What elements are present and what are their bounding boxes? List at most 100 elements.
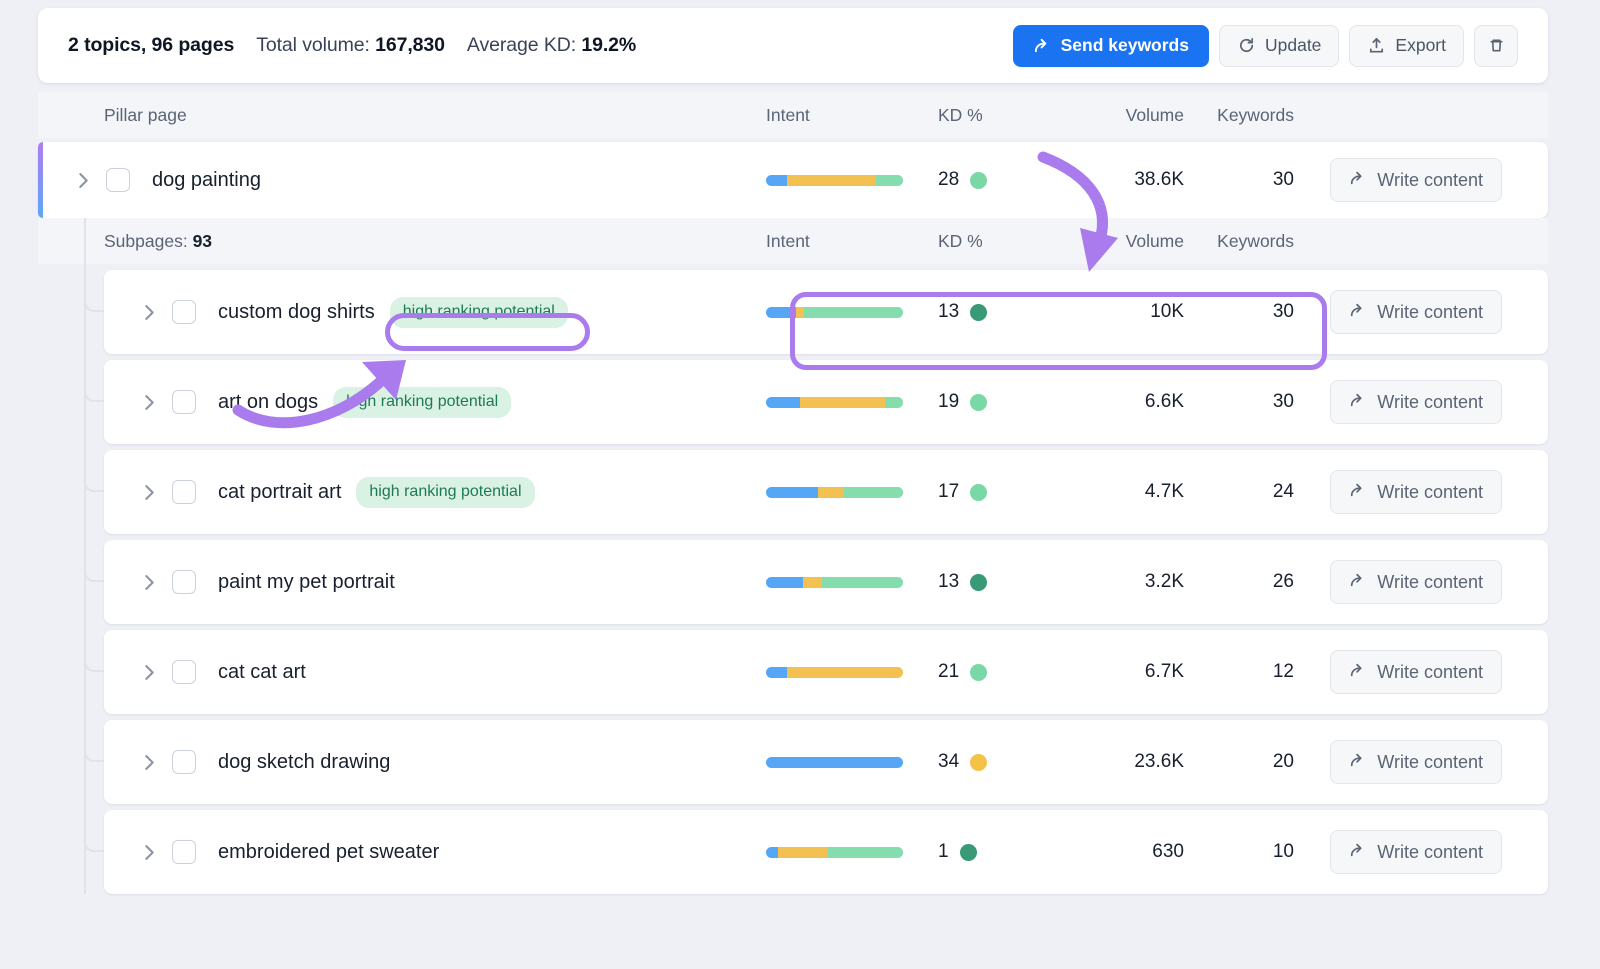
column-header-intent-sub: Intent <box>766 230 810 251</box>
volume-value: 4.7K <box>1144 481 1184 502</box>
intent-bar <box>766 486 903 498</box>
table-row[interactable]: paint my pet portrait 13 3.2K 26 Write conte… <box>104 540 1548 624</box>
table-row[interactable]: embroidered pet sweater 1 630 10 Write conte… <box>104 810 1548 894</box>
subpage-title: embroidered pet sweater <box>218 840 440 863</box>
row-checkbox[interactable] <box>172 660 196 684</box>
send-keywords-label: Send keywords <box>1060 35 1189 55</box>
table-row[interactable]: cat cat art 21 6.7K 12 Write content <box>104 630 1548 714</box>
row-checkbox[interactable] <box>172 750 196 774</box>
expand-chevron-icon[interactable] <box>132 483 166 502</box>
keyword-topic-table-page: 2 topics, 96 pages Total volume: 167,830… <box>0 0 1600 969</box>
row-checkbox[interactable] <box>172 390 196 414</box>
total-volume-label: Total volume: <box>256 34 370 56</box>
update-button[interactable]: Update <box>1218 24 1340 67</box>
write-content-button[interactable]: Write content <box>1330 560 1502 604</box>
kd-value: 34 <box>938 751 960 772</box>
intent-segment <box>796 306 805 318</box>
write-content-label: Write content <box>1377 751 1483 772</box>
trash-icon <box>1487 36 1506 55</box>
update-label: Update <box>1264 35 1322 55</box>
total-volume-value: 167,830 <box>375 34 445 56</box>
pillar-row[interactable]: dog painting 28 38.6K 30 Write content <box>38 142 1548 218</box>
average-kd-label: Average KD: <box>466 34 577 56</box>
kd-cell: 1 <box>938 841 1056 863</box>
intent-segment <box>766 174 787 186</box>
send-keywords-button[interactable]: Send keywords <box>1012 24 1209 67</box>
tree-connector-elbow <box>84 650 104 672</box>
table-row[interactable]: art on dogs high ranking potential 19 6.6K 3… <box>104 360 1548 444</box>
table-row[interactable]: custom dog shirts high ranking potential 1… <box>104 270 1548 354</box>
intent-segment <box>766 666 787 678</box>
high-ranking-potential-badge: high ranking potential <box>333 386 512 418</box>
kd-cell: 17 <box>938 481 1056 503</box>
column-header-volume-sub: Volume <box>1125 230 1184 251</box>
intent-segment <box>822 576 903 588</box>
intent-bar <box>766 396 903 408</box>
row-checkbox[interactable] <box>172 840 196 864</box>
kd-value: 17 <box>938 481 960 502</box>
subpage-title: dog sketch drawing <box>218 750 391 773</box>
row-accent-bar <box>38 142 43 218</box>
write-content-label: Write content <box>1377 391 1483 412</box>
row-checkbox[interactable] <box>172 300 196 324</box>
subpage-title: custom dog shirts <box>218 300 375 323</box>
intent-segment <box>827 846 903 858</box>
kd-difficulty-dot <box>970 483 988 501</box>
high-ranking-potential-badge: high ranking potential <box>389 296 568 328</box>
export-button[interactable]: Export <box>1349 24 1464 67</box>
table-row[interactable]: cat portrait art high ranking potential 17… <box>104 450 1548 534</box>
kd-value: 28 <box>938 169 960 190</box>
keywords-value: 20 <box>1272 751 1294 772</box>
subpage-title: paint my pet portrait <box>218 570 395 593</box>
delete-button[interactable] <box>1474 24 1518 67</box>
write-content-label: Write content <box>1377 481 1483 502</box>
write-content-button[interactable]: Write content <box>1330 380 1502 424</box>
write-content-button[interactable]: Write content <box>1330 650 1502 694</box>
column-header-keywords-sub: Keywords <box>1217 230 1294 251</box>
expand-chevron-icon[interactable] <box>132 753 166 772</box>
table-row[interactable]: dog sketch drawing 34 23.6K 20 Write content <box>104 720 1548 804</box>
intent-bar <box>766 846 903 858</box>
intent-segment <box>800 396 886 408</box>
write-content-label: Write content <box>1377 841 1483 862</box>
kd-value: 19 <box>938 391 960 412</box>
kd-cell: 13 <box>938 571 1056 593</box>
column-header-keywords: Keywords <box>1217 104 1294 125</box>
row-checkbox[interactable] <box>106 168 130 192</box>
expand-chevron-icon[interactable] <box>132 573 166 592</box>
write-content-button[interactable]: Write content <box>1330 740 1502 784</box>
row-checkbox[interactable] <box>172 570 196 594</box>
expand-chevron-icon[interactable] <box>132 393 166 412</box>
subpages-section: Subpages: 93 Intent KD % Volume Keywords… <box>38 218 1548 894</box>
keywords-value: 24 <box>1272 481 1294 502</box>
write-content-label: Write content <box>1377 571 1483 592</box>
refresh-icon <box>1237 36 1256 55</box>
share-arrow-icon <box>1349 661 1367 684</box>
row-checkbox[interactable] <box>172 480 196 504</box>
kd-difficulty-dot <box>959 843 977 861</box>
write-content-button[interactable]: Write content <box>1330 290 1502 334</box>
write-content-button[interactable]: Write content <box>1330 830 1502 874</box>
write-content-button[interactable]: Write content <box>1330 158 1502 202</box>
kd-difficulty-dot <box>970 573 988 591</box>
keywords-value: 10 <box>1272 841 1294 862</box>
column-header-kd: KD % <box>938 104 983 125</box>
write-content-button[interactable]: Write content <box>1330 470 1502 514</box>
volume-value: 6.7K <box>1144 661 1184 682</box>
volume-value: 38.6K <box>1134 169 1184 190</box>
intent-segment <box>766 756 903 768</box>
summary-card: 2 topics, 96 pages Total volume: 167,830… <box>38 8 1548 83</box>
expand-chevron-icon[interactable] <box>66 171 100 190</box>
expand-chevron-icon[interactable] <box>132 663 166 682</box>
tree-connector-line <box>84 218 86 894</box>
kd-value: 1 <box>938 841 949 862</box>
intent-segment <box>875 174 903 186</box>
expand-chevron-icon[interactable] <box>132 843 166 862</box>
expand-chevron-icon[interactable] <box>132 303 166 322</box>
average-kd-stat: Average KD: 19.2% <box>467 34 636 57</box>
high-ranking-potential-badge: high ranking potential <box>356 476 535 508</box>
kd-value: 13 <box>938 571 960 592</box>
kd-value: 21 <box>938 661 960 682</box>
kd-value: 13 <box>938 301 960 322</box>
keywords-value: 30 <box>1272 301 1294 322</box>
